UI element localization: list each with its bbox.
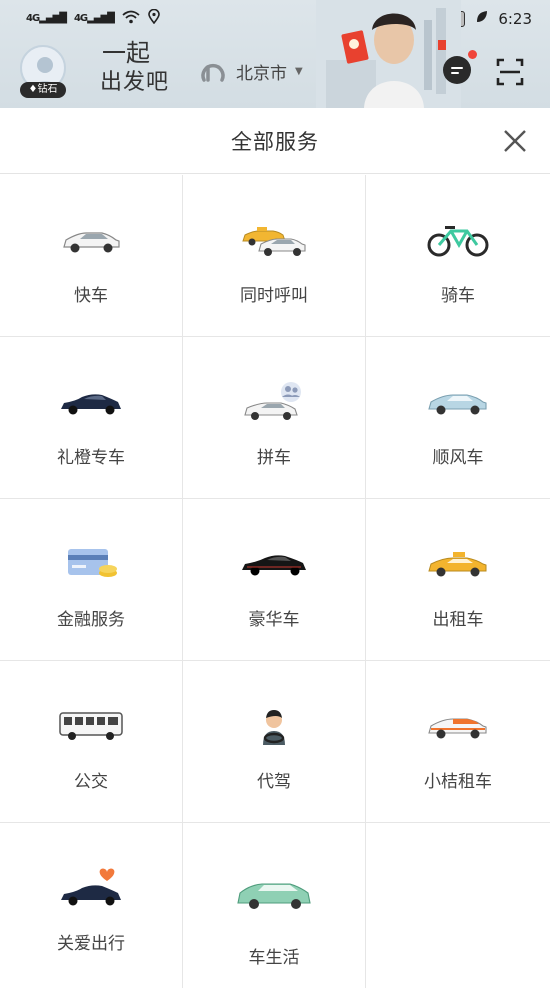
service-car-rental[interactable]: 小桔租车 bbox=[366, 661, 550, 823]
multi-car-icon bbox=[242, 227, 306, 256]
service-label: 小桔租车 bbox=[424, 772, 492, 792]
clock: 6:23 bbox=[498, 9, 532, 28]
service-simultaneous-call[interactable]: 同时呼叫 bbox=[183, 175, 366, 337]
promo-banner[interactable] bbox=[316, 0, 461, 108]
unread-dot bbox=[468, 50, 477, 59]
service-label: 豪华车 bbox=[248, 610, 300, 630]
service-designated-driver[interactable]: 代驾 bbox=[183, 661, 366, 823]
bank-card-icon bbox=[68, 549, 117, 577]
didi-logo-icon bbox=[201, 63, 225, 82]
wifi-icon bbox=[122, 10, 140, 28]
sheet-header: 全部服务 bbox=[0, 108, 550, 174]
service-label: 金融服务 bbox=[57, 610, 125, 630]
service-label: 代驾 bbox=[257, 772, 291, 792]
service-label: 出租车 bbox=[432, 610, 484, 630]
luxury-car-icon bbox=[242, 555, 306, 576]
white-car-icon bbox=[63, 232, 120, 253]
close-icon[interactable] bbox=[502, 128, 528, 154]
service-label: 同时呼叫 bbox=[240, 286, 308, 306]
all-services-sheet: 全部服务 快车 同时呼叫 骑车 礼橙专车 拼车 顺风车 金融服务 豪华车 出租车… bbox=[0, 108, 550, 988]
service-hitch-ride[interactable]: 顺风车 bbox=[366, 337, 550, 499]
care-car-icon bbox=[61, 868, 121, 906]
service-car-life[interactable]: 车生活 bbox=[183, 823, 366, 988]
suv-icon bbox=[237, 883, 311, 909]
service-bike[interactable]: 骑车 bbox=[366, 175, 550, 337]
chevron-down-icon: ▼ bbox=[295, 65, 303, 77]
taxi-icon bbox=[428, 552, 487, 577]
service-bus[interactable]: 公交 bbox=[0, 661, 183, 823]
page-title: 全部服务 bbox=[231, 130, 319, 154]
empty-cell bbox=[366, 823, 550, 988]
service-label: 骑车 bbox=[441, 286, 475, 306]
service-finance[interactable]: 金融服务 bbox=[0, 499, 183, 661]
location-icon bbox=[148, 8, 160, 28]
city-name: 北京市 bbox=[236, 63, 287, 84]
bicycle-icon bbox=[427, 226, 489, 257]
city-selector[interactable]: 北京市 ▼ bbox=[198, 58, 303, 84]
chauffeur-icon bbox=[263, 710, 285, 745]
member-badge[interactable]: ♦钻石 bbox=[20, 82, 66, 98]
service-label: 礼橙专车 bbox=[57, 448, 125, 468]
status-bar: 4G▂▄▆█ 4G▂▄▆█ 61 6:23 bbox=[0, 0, 550, 36]
service-care-travel[interactable]: 关爱出行 bbox=[0, 823, 183, 988]
service-label: 公交 bbox=[74, 772, 108, 792]
scan-icon[interactable] bbox=[496, 58, 524, 86]
navy-sedan-icon bbox=[61, 394, 121, 415]
leaf-icon bbox=[475, 10, 488, 28]
service-label: 快车 bbox=[74, 286, 108, 306]
service-label: 拼车 bbox=[257, 448, 291, 468]
service-kuaiche[interactable]: 快车 bbox=[0, 175, 183, 337]
rental-car-icon bbox=[428, 718, 487, 739]
service-carpool[interactable]: 拼车 bbox=[183, 337, 366, 499]
service-luxury[interactable]: 豪华车 bbox=[183, 499, 366, 661]
service-label: 顺风车 bbox=[432, 448, 484, 468]
carpool-icon bbox=[244, 382, 301, 420]
bus-icon bbox=[59, 712, 123, 740]
service-label: 车生活 bbox=[248, 948, 300, 968]
signal-2-icon: 4G▂▄▆█ bbox=[73, 13, 115, 24]
service-licheng-premier[interactable]: 礼橙专车 bbox=[0, 337, 183, 499]
message-icon[interactable] bbox=[443, 56, 471, 84]
service-taxi[interactable]: 出租车 bbox=[366, 499, 550, 661]
top-banner: 4G▂▄▆█ 4G▂▄▆█ 61 6:23 ♦钻石 一起 出发吧 bbox=[0, 0, 550, 108]
blue-car-icon bbox=[428, 394, 487, 415]
signal-1-icon: 4G▂▄▆█ bbox=[26, 13, 67, 24]
service-label: 关爱出行 bbox=[57, 934, 125, 954]
slogan: 一起 出发吧 bbox=[100, 39, 170, 95]
